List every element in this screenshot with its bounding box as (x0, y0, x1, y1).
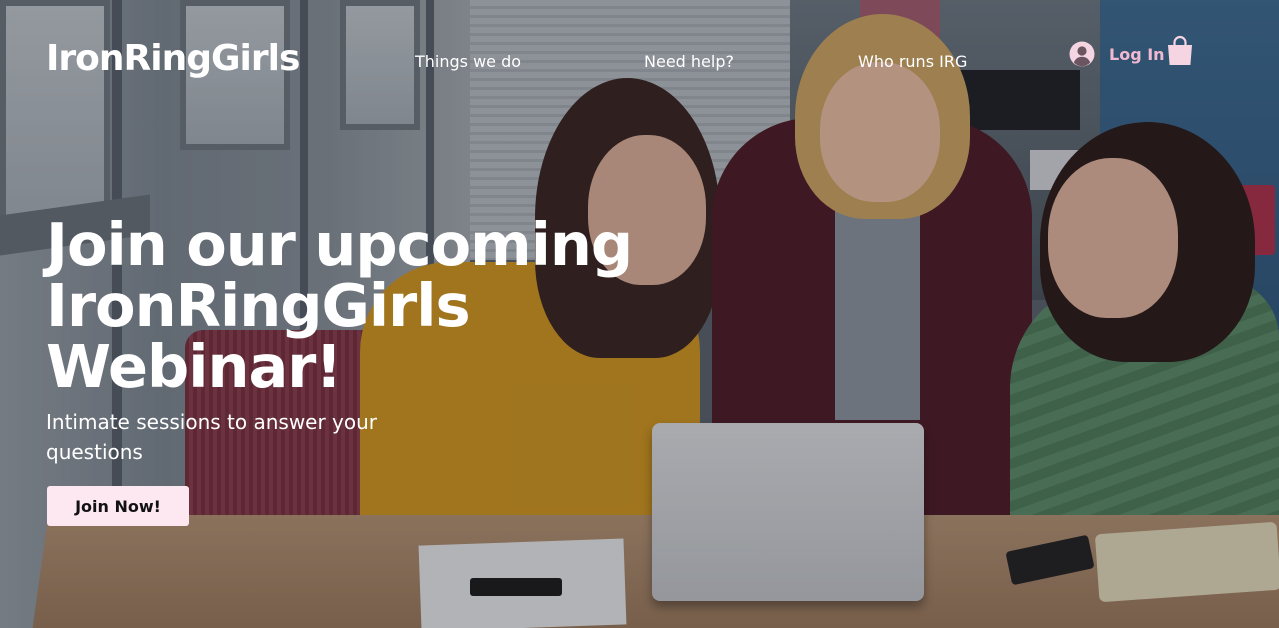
hero-headline-line: IronRingGirls (46, 271, 471, 340)
site-logo[interactable]: IronRingGirls (46, 38, 300, 79)
user-circle-icon (1069, 41, 1095, 67)
hero-headline-line: Join our upcoming (46, 210, 633, 279)
join-now-button[interactable]: Join Now! (47, 486, 189, 526)
hero-headline-line: Webinar! (46, 332, 342, 401)
shopping-bag-icon[interactable] (1166, 35, 1194, 67)
login-label: Log In (1109, 44, 1165, 64)
nav-item-who-runs-irg[interactable]: Who runs IRG (858, 52, 967, 71)
nav-item-need-help[interactable]: Need help? (644, 52, 734, 71)
hero-headline: Join our upcoming IronRingGirls Webinar! (46, 214, 666, 397)
nav-item-things-we-do[interactable]: Things we do (415, 52, 521, 71)
hero-subheading: Intimate sessions to answer your questio… (46, 410, 378, 464)
login-button[interactable]: Log In (1069, 41, 1165, 67)
hero-section: IronRingGirls Things we do Need help? Wh… (0, 0, 1279, 628)
